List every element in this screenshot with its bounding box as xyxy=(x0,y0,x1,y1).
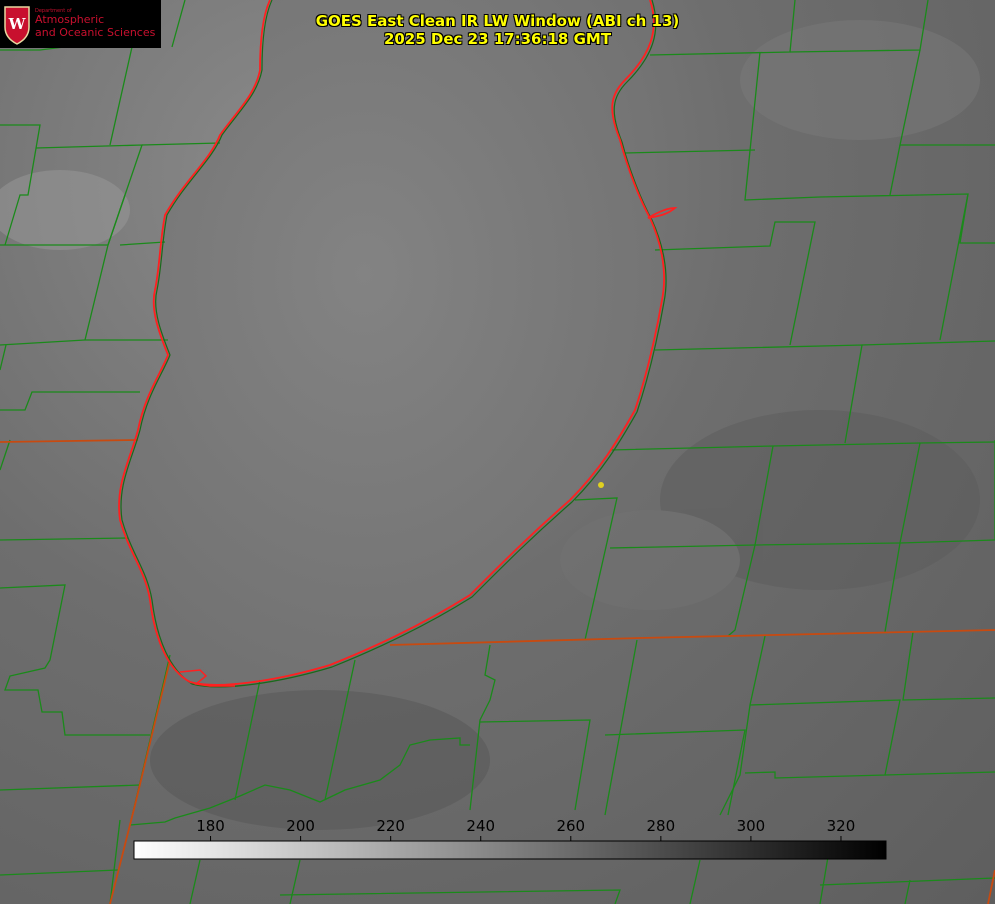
title-line-2: 2025 Dec 23 17:36:18 GMT xyxy=(383,30,612,48)
colorbar-tick-label: 200 xyxy=(286,817,315,835)
colorbar-tick-label: 180 xyxy=(196,817,225,835)
colorbar-tick-label: 300 xyxy=(737,817,766,835)
title-line-1: GOES East Clean IR LW Window (ABI ch 13) xyxy=(315,12,680,30)
location-marker xyxy=(598,482,604,488)
map-overlay: 180 200 220 240 260 280 300 320 xyxy=(0,0,995,904)
colorbar-tick-label: 240 xyxy=(466,817,495,835)
colorbar-ticks: 180 200 220 240 260 280 300 320 xyxy=(196,817,855,841)
satellite-map: 180 200 220 240 260 280 300 320 W Department of… xyxy=(0,0,995,904)
colorbar-tick-label: 220 xyxy=(376,817,405,835)
colorbar-tick-label: 280 xyxy=(647,817,676,835)
image-title: GOES East Clean IR LW Window (ABI ch 13)… xyxy=(0,12,995,48)
colorbar-tick-label: 320 xyxy=(827,817,856,835)
colorbar-tick-label: 260 xyxy=(556,817,585,835)
colorbar: 180 200 220 240 260 280 300 320 xyxy=(133,817,887,860)
colorbar-gradient xyxy=(133,840,887,860)
green-bay-inlet xyxy=(647,207,678,219)
